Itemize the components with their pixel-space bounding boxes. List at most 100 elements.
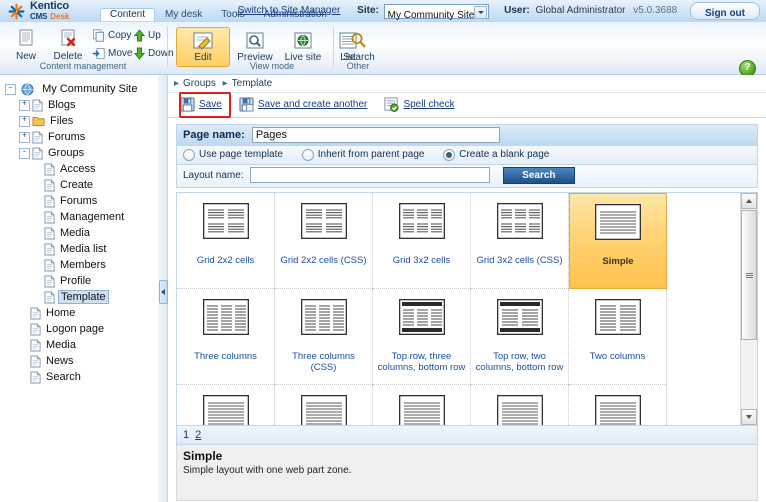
layout-cell-partial[interactable] — [471, 385, 569, 425]
selected-layout-title: Simple — [177, 445, 757, 465]
page-icon — [30, 307, 41, 320]
tree-node-media[interactable]: Media — [5, 225, 158, 241]
tree-node-label[interactable]: Forums — [46, 131, 87, 143]
layout-thumbnail-icon — [203, 299, 249, 335]
page-name-row: Page name: — [176, 124, 758, 146]
save-and-create-another-button[interactable]: Save and create another — [239, 93, 368, 117]
up-button[interactable]: Up — [134, 29, 161, 42]
tree-node-label[interactable]: My Community Site — [40, 83, 139, 95]
user-label: User: — [504, 0, 530, 22]
tree-indent-spacer — [33, 277, 42, 286]
tree-node-label[interactable]: Access — [58, 163, 97, 175]
radio-create-blank-page[interactable] — [443, 149, 455, 161]
tree-node-home[interactable]: Home — [5, 305, 158, 321]
tree-node-blogs[interactable]: + Blogs — [5, 97, 158, 113]
switch-to-site-manager-link[interactable]: Switch to Site Manager — [238, 0, 341, 22]
tree-node-label[interactable]: Media list — [58, 243, 108, 255]
tree-node-media[interactable]: Media — [5, 337, 158, 353]
tree-node-label[interactable]: Media — [44, 339, 78, 351]
page-name-input[interactable] — [252, 127, 500, 143]
tree-node-profile[interactable]: Profile — [5, 273, 158, 289]
scroll-up-icon[interactable] — [741, 193, 757, 209]
layout-cell-simple[interactable]: Simple — [569, 193, 667, 289]
tree-node-access[interactable]: Access — [5, 161, 158, 177]
layout-grid-scrollbar[interactable] — [740, 193, 757, 425]
tree-node-label[interactable]: Groups — [46, 147, 86, 159]
tree-node-create[interactable]: Create — [5, 177, 158, 193]
expander-icon[interactable]: - — [5, 84, 16, 95]
tree-node-groups[interactable]: - Groups — [5, 145, 158, 161]
expander-icon[interactable]: + — [19, 116, 30, 127]
delete-button[interactable]: Delete — [48, 28, 88, 62]
radio-label-inherit-from-parent[interactable]: Inherit from parent page — [318, 149, 425, 160]
layout-cell-grid-2x2-cells-css[interactable]: Grid 2x2 cells (CSS) — [275, 193, 373, 289]
tree-node-label[interactable]: Management — [58, 211, 126, 223]
radio-use-page-template[interactable] — [183, 149, 195, 161]
expander-icon[interactable]: - — [19, 148, 30, 159]
expander-icon[interactable]: + — [19, 100, 30, 111]
save-button[interactable]: Save — [180, 93, 222, 117]
layout-search-button[interactable]: Search — [503, 167, 574, 184]
tree-node-files[interactable]: + Files — [5, 113, 158, 129]
copy-icon — [92, 29, 105, 42]
spell-check-button[interactable]: Spell check — [384, 93, 454, 117]
layout-cell-three-columns-css[interactable]: Three columns (CSS) — [275, 289, 373, 385]
ribbon-group-view-mode: Edit Preview Live site — [172, 24, 330, 72]
tree-node-label[interactable]: Forums — [58, 195, 99, 207]
move-button[interactable]: Move — [92, 47, 132, 60]
layout-cell-grid-3x2-cells-css[interactable]: Grid 3x2 cells (CSS) — [471, 193, 569, 289]
tree-node-label[interactable]: Search — [44, 371, 83, 383]
tree-node-label[interactable]: Home — [44, 307, 77, 319]
radio-label-create-blank-page[interactable]: Create a blank page — [459, 149, 549, 160]
expander-icon[interactable]: + — [19, 132, 30, 143]
tree-node-label[interactable]: Template — [58, 290, 109, 304]
layout-cell-partial[interactable] — [275, 385, 373, 425]
page-link-2[interactable]: 2 — [195, 429, 201, 441]
breadcrumb-item-groups[interactable]: Groups — [183, 78, 216, 89]
layout-cell-two-columns[interactable]: Two columns — [569, 289, 667, 385]
scrollbar-thumb[interactable] — [741, 210, 757, 340]
layout-cell-three-columns[interactable]: Three columns — [177, 289, 275, 385]
pane-collapse-handle[interactable] — [159, 280, 168, 304]
tree-node-media-list[interactable]: Media list — [5, 241, 158, 257]
radio-inherit-from-parent[interactable] — [302, 149, 314, 161]
copy-button[interactable]: Copy — [92, 29, 131, 42]
layout-cell-top-row-two-columns-bottom-row[interactable]: Top row, two columns, bottom row — [471, 289, 569, 385]
tree-node-label[interactable]: Media — [58, 227, 92, 239]
layout-cell-grid-3x2-cells[interactable]: Grid 3x2 cells — [373, 193, 471, 289]
tree-node-template[interactable]: Template — [5, 289, 158, 305]
layout-cell-grid-2x2-cells[interactable]: Grid 2x2 cells — [177, 193, 275, 289]
layout-cell-partial[interactable] — [177, 385, 275, 425]
page-icon — [44, 275, 55, 288]
tree-node-label[interactable]: Blogs — [46, 99, 78, 111]
radio-label-use-page-template[interactable]: Use page template — [199, 149, 283, 160]
tree-node-members[interactable]: Members — [5, 257, 158, 273]
tree-node-label[interactable]: News — [44, 355, 76, 367]
tree-node-label[interactable]: Members — [58, 259, 108, 271]
tree-node-management[interactable]: Management — [5, 209, 158, 225]
tree-node-forums[interactable]: Forums — [5, 193, 158, 209]
tree-node-my-community-site[interactable]: - My Community Site — [5, 81, 158, 97]
tree-node-label[interactable]: Logon page — [44, 323, 106, 335]
tree-node-label[interactable]: Create — [58, 179, 95, 191]
chevron-down-icon[interactable] — [474, 6, 487, 19]
save-and-create-another-label: Save and create another — [258, 99, 368, 110]
tree-node-label[interactable]: Files — [48, 115, 75, 127]
sign-out-button[interactable]: Sign out — [690, 2, 760, 20]
tab-content[interactable]: Content — [100, 8, 155, 21]
tree-node-forums[interactable]: + Forums — [5, 129, 158, 145]
tree-node-news[interactable]: News — [5, 353, 158, 369]
tree-node-logon-page[interactable]: Logon page — [5, 321, 158, 337]
site-select[interactable]: My Community Site — [384, 4, 490, 19]
tab-my-desk[interactable]: My desk — [156, 8, 211, 21]
layout-cell-partial[interactable] — [569, 385, 667, 425]
layout-cell-top-row-three-columns-bottom-row[interactable]: Top row, three columns, bottom row — [373, 289, 471, 385]
tree-node-label[interactable]: Profile — [58, 275, 93, 287]
layout-cell-partial[interactable] — [373, 385, 471, 425]
new-button[interactable]: New — [8, 28, 44, 62]
tree-node-search[interactable]: Search — [5, 369, 158, 385]
ribbon-divider-2 — [333, 27, 334, 67]
layout-name-input[interactable] — [250, 167, 490, 183]
scroll-down-icon[interactable] — [741, 409, 757, 425]
breadcrumb-item-template[interactable]: Template — [232, 78, 273, 89]
